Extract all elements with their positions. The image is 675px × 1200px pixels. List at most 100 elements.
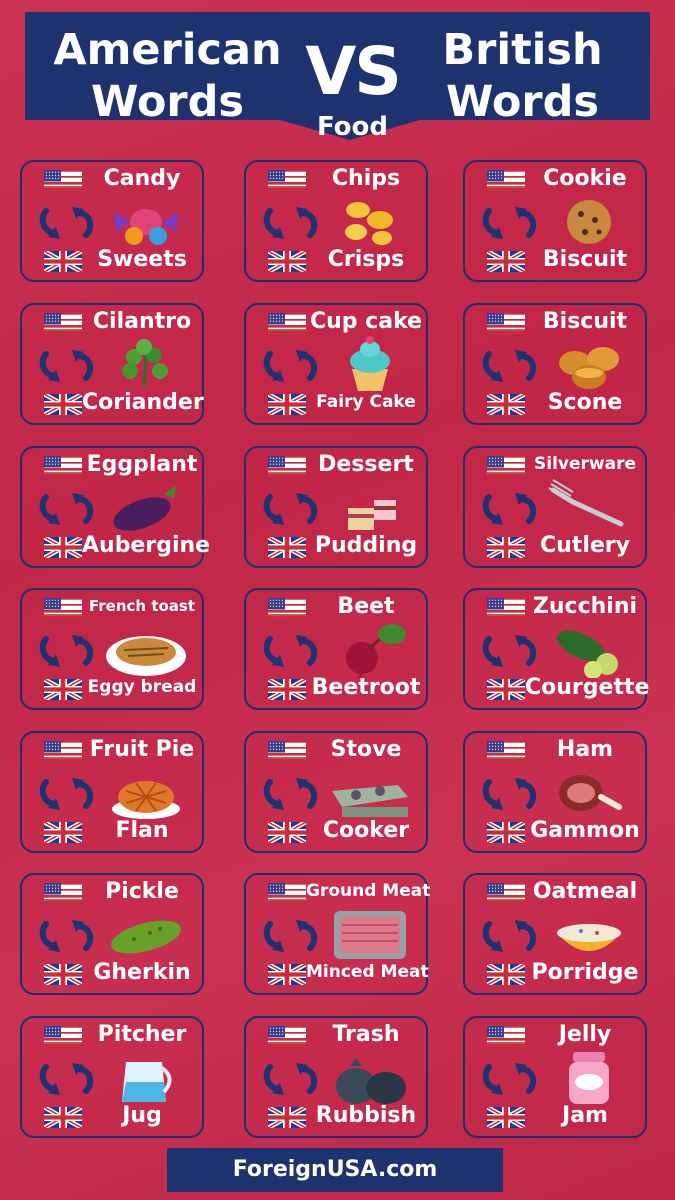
swap-arrows-icon [262, 776, 320, 812]
herb-icon [104, 335, 188, 393]
us-flag-icon [268, 170, 306, 192]
zucchini-icon [547, 620, 631, 679]
header-american-line2: Words [90, 77, 245, 127]
word-pair-card: Fruit Pie Flan [20, 731, 204, 853]
uk-flag-icon [42, 392, 84, 417]
eggplant-icon [104, 478, 188, 536]
header-american-line1: American [53, 25, 282, 75]
us-flag-icon [487, 456, 525, 478]
american-word: Cilantro [92, 309, 192, 334]
word-pair-card: Pitcher Jug [20, 1016, 204, 1138]
british-word: Gammon [530, 818, 640, 843]
jam-jar-icon [547, 1048, 631, 1106]
swap-arrows-icon [481, 348, 539, 384]
swap-arrows-icon [38, 491, 96, 527]
british-word: Flan [115, 818, 169, 843]
american-word: Beet [337, 594, 395, 619]
swap-arrows-icon [38, 633, 96, 669]
us-flag-icon [268, 456, 306, 478]
british-word: Scone [547, 390, 623, 415]
header-american: American Words [35, 24, 300, 128]
us-flag-icon [487, 1026, 525, 1048]
american-word: Oatmeal [532, 879, 638, 904]
word-pair-card: Beet Beetroot [244, 588, 428, 710]
french-toast-icon [104, 620, 188, 678]
british-word: Sweets [97, 247, 187, 272]
us-flag-icon [487, 170, 525, 192]
beet-icon [328, 620, 412, 681]
british-word: Eggy bread [87, 677, 197, 697]
word-pair-card: Silverware Cutlery [463, 446, 647, 568]
british-word: Cutlery [540, 533, 630, 558]
uk-flag-icon [42, 962, 84, 987]
american-word: Cookie [543, 166, 627, 191]
us-flag-icon [487, 741, 525, 763]
us-flag-icon [268, 313, 306, 335]
uk-flag-icon [266, 392, 308, 417]
us-flag-icon [44, 170, 82, 192]
swap-arrows-icon [262, 348, 320, 384]
word-pair-card: Ham Gammon [463, 731, 647, 853]
british-word: Coriander [82, 390, 204, 415]
us-flag-icon [487, 883, 525, 905]
american-word: Zucchini [532, 594, 638, 619]
british-word: Jug [122, 1103, 162, 1128]
us-flag-icon [44, 1026, 82, 1048]
minced-meat-icon [328, 905, 412, 963]
word-pair-card: Pickle Gherkin [20, 873, 204, 995]
trash-bags-icon [328, 1048, 412, 1106]
british-word: Biscuit [542, 247, 628, 272]
american-word: Chips [331, 166, 401, 191]
us-flag-icon [44, 883, 82, 905]
footer-website: ForeignUSA.com [167, 1148, 503, 1192]
british-word: Gherkin [93, 960, 191, 985]
american-word: Pitcher [97, 1022, 187, 1047]
chips-icon [328, 192, 412, 250]
swap-arrows-icon [481, 1061, 539, 1097]
header-british: British Words [405, 24, 640, 128]
swap-arrows-icon [481, 776, 539, 812]
british-word: Pudding [314, 533, 418, 558]
word-pair-card: Trash Rubbish [244, 1016, 428, 1138]
british-word: Aubergine [82, 533, 211, 558]
british-word: Beetroot [311, 675, 421, 700]
american-word: Jelly [558, 1022, 612, 1047]
british-word: Minced Meat [306, 962, 429, 982]
uk-flag-icon [266, 962, 308, 987]
jug-icon [104, 1048, 188, 1106]
swap-arrows-icon [481, 633, 539, 669]
american-word: Stove [330, 737, 402, 762]
swap-arrows-icon [38, 776, 96, 812]
swap-arrows-icon [481, 918, 539, 954]
us-flag-icon [44, 598, 82, 620]
swap-arrows-icon [262, 1061, 320, 1097]
scone-icon [547, 335, 631, 393]
pickle-icon [104, 905, 188, 963]
swap-arrows-icon [38, 1061, 96, 1097]
word-pair-card: Cup cake Fairy Cake [244, 303, 428, 425]
word-pair-card: Zucchini Courgette [463, 588, 649, 710]
swap-arrows-icon [481, 205, 539, 241]
american-word: Candy [103, 166, 181, 191]
uk-flag-icon [485, 677, 527, 702]
word-pair-card: Chips Crisps [244, 160, 428, 282]
uk-flag-icon [42, 249, 84, 274]
american-word: Biscuit [542, 309, 628, 334]
header-vs: VS [305, 33, 402, 110]
cupcake-icon [328, 335, 412, 393]
swap-arrows-icon [38, 348, 96, 384]
ham-icon [547, 763, 631, 821]
us-flag-icon [268, 1026, 306, 1048]
uk-flag-icon [266, 677, 308, 702]
uk-flag-icon [42, 535, 84, 560]
uk-flag-icon [266, 535, 308, 560]
uk-flag-icon [485, 962, 527, 987]
us-flag-icon [44, 313, 82, 335]
header-british-line2: Words [445, 77, 600, 127]
word-pair-card: Dessert Pudding [244, 446, 428, 568]
word-pair-card: Eggplant Aubergine [20, 446, 211, 568]
us-flag-icon [268, 741, 306, 763]
swap-arrows-icon [38, 205, 96, 241]
uk-flag-icon [485, 535, 527, 560]
us-flag-icon [268, 598, 306, 620]
